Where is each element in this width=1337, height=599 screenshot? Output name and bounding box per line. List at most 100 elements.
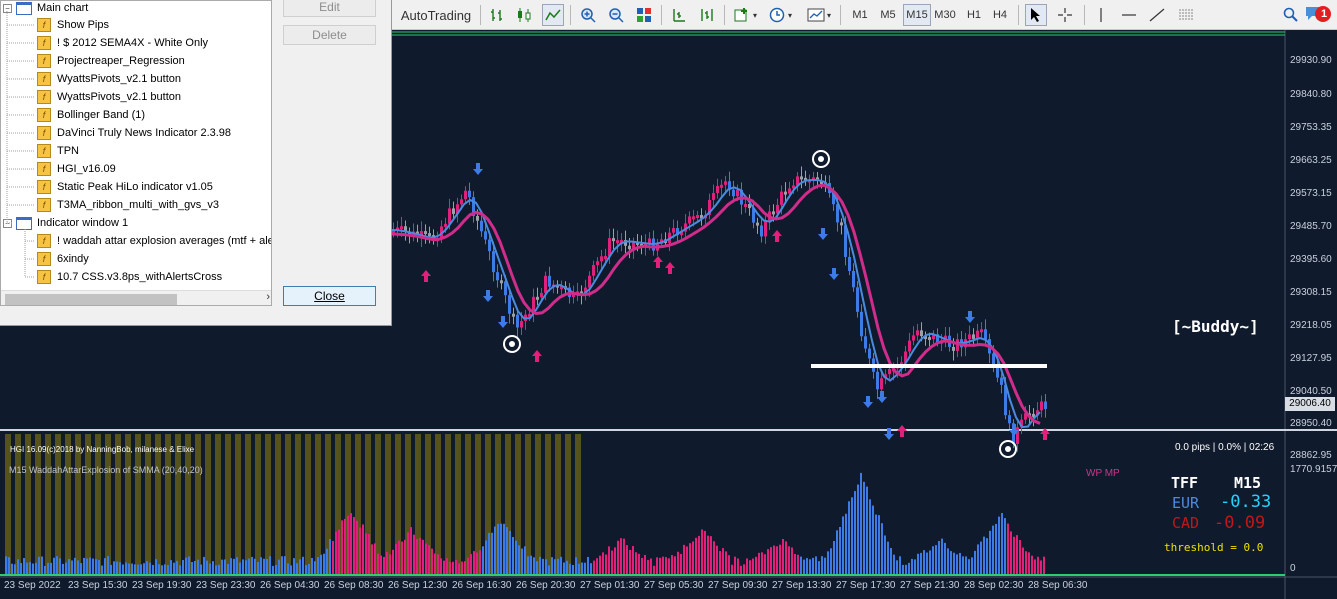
tree-item[interactable]: f Bollinger Band (1) <box>37 106 145 124</box>
waddah-histogram-bar <box>314 561 316 574</box>
buy-arrow-icon <box>665 262 675 274</box>
candle-body <box>760 225 763 237</box>
zoom-out-icon[interactable] <box>605 4 627 26</box>
tree-item[interactable]: f WyattsPivots_v2.1 button <box>37 88 181 106</box>
indicators-dropdown-icon[interactable]: ▾ <box>751 4 759 26</box>
tree-item[interactable]: f 10.7 CSS.v3.8ps_withAlertsCross <box>37 268 222 286</box>
toolbar-separator <box>724 5 725 25</box>
chart-shift-icon[interactable] <box>668 4 690 26</box>
zoom-in-icon[interactable] <box>577 4 599 26</box>
waddah-histogram-bar <box>362 524 364 574</box>
waddah-histogram-bar <box>50 562 52 574</box>
timeframe-m30[interactable]: M30 <box>930 4 960 26</box>
tree-item[interactable]: f Projectreaper_Regression <box>37 52 185 70</box>
indicators-tree[interactable]: − Main chart f Show Pips f ! $ 2012 SEMA4X… <box>0 0 272 306</box>
waddah-histogram-bar <box>428 545 430 574</box>
tree-item[interactable]: f DaVinci Truly News Indicator 2.3.98 <box>37 124 231 142</box>
waddah-histogram-bar <box>878 515 880 574</box>
waddah-histogram-bar <box>395 543 397 574</box>
waddah-histogram-bar <box>422 539 424 574</box>
price-tick: 29753.35 <box>1290 122 1332 133</box>
waddah-histogram-bar <box>197 559 199 574</box>
collapse-icon[interactable]: − <box>3 3 12 13</box>
timeframe-m1[interactable]: M1 <box>846 4 874 26</box>
templates-icon[interactable] <box>805 4 827 26</box>
trendline-icon[interactable] <box>1146 4 1168 26</box>
candlestick-icon[interactable] <box>513 4 535 26</box>
cursor-icon[interactable] <box>1025 4 1047 26</box>
sell-arrow-icon <box>498 316 508 328</box>
horizontal-line-icon[interactable] <box>1118 4 1140 26</box>
waddah-histogram-bar <box>455 559 457 574</box>
delete-button[interactable]: Delete <box>283 25 376 45</box>
waddah-histogram-bar <box>722 548 724 574</box>
scroll-right-icon[interactable]: › <box>266 291 270 303</box>
tree-item[interactable]: f T3MA_ribbon_multi_with_gvs_v3 <box>37 196 219 214</box>
waddah-histogram-bar <box>773 545 775 574</box>
buy-arrow-icon <box>421 270 431 282</box>
tile-windows-icon[interactable] <box>633 4 655 26</box>
crosshair-icon[interactable] <box>1054 4 1076 26</box>
tree-item[interactable]: f ! $ 2012 SEMA4X - White Only <box>37 34 208 52</box>
candle-body <box>780 191 783 205</box>
templates-dropdown-icon[interactable]: ▾ <box>825 4 833 26</box>
line-chart-icon[interactable] <box>542 4 564 26</box>
close-button[interactable]: Close <box>283 286 376 306</box>
waddah-histogram-bar <box>527 556 529 574</box>
tree-node-main-chart[interactable]: − Main chart <box>3 1 88 17</box>
waddah-deadzone-bar <box>75 434 81 574</box>
tree-item[interactable]: f WyattsPivots_v2.1 button <box>37 70 181 88</box>
vertical-line-icon[interactable] <box>1090 4 1112 26</box>
fibonacci-icon[interactable] <box>1175 4 1197 26</box>
waddah-histogram-bar <box>419 537 421 574</box>
waddah-histogram-bar <box>356 520 358 574</box>
collapse-icon[interactable]: − <box>3 218 12 228</box>
tree-item[interactable]: f Static Peak HiLo indicator v1.05 <box>37 178 213 196</box>
waddah-histogram-bar <box>944 542 946 574</box>
waddah-histogram-bar <box>392 549 394 574</box>
waddah-histogram-bar <box>89 557 91 574</box>
tree-horizontal-scrollbar[interactable]: › <box>1 290 271 305</box>
tree-item[interactable]: f Show Pips <box>37 16 109 34</box>
indicators-icon[interactable] <box>731 4 753 26</box>
autotrading-button[interactable]: AutoTrading <box>400 4 472 26</box>
bar-chart-icon[interactable] <box>487 4 509 26</box>
waddah-histogram-bar <box>335 531 337 574</box>
edit-button[interactable]: Edit <box>283 0 376 17</box>
tree-item[interactable]: f ! waddah attar explosion averages (mtf … <box>37 232 272 250</box>
waddah-histogram-bar <box>368 534 370 574</box>
notifications-button[interactable]: 1 <box>1303 4 1333 26</box>
tree-item[interactable]: f TPN <box>37 142 79 160</box>
waddah-histogram-bar <box>827 551 829 574</box>
scrollbar-thumb[interactable] <box>5 294 177 305</box>
time-tick: 26 Sep 04:30 <box>260 580 320 591</box>
tree-item[interactable]: f HGI_v16.09 <box>37 160 116 178</box>
candle-body <box>692 216 695 220</box>
waddah-histogram-bar <box>611 550 613 574</box>
timeframe-m15[interactable]: M15 <box>903 4 931 26</box>
waddah-histogram-bar <box>518 545 520 574</box>
waddah-deadzone-bar <box>5 434 11 574</box>
indicator-icon: f <box>37 144 51 158</box>
search-icon[interactable] <box>1280 4 1302 26</box>
tree-node-indicator-window[interactable]: − Indicator window 1 <box>3 214 128 232</box>
waddah-histogram-bar <box>965 556 967 574</box>
subwindow-axis-max: 1770.9157 <box>1290 464 1337 475</box>
periods-dropdown-icon[interactable]: ▾ <box>786 4 794 26</box>
candle-body <box>488 239 491 252</box>
timeframe-h4[interactable]: H4 <box>986 4 1014 26</box>
waddah-histogram-bar <box>980 541 982 574</box>
timeframe-h1[interactable]: H1 <box>960 4 988 26</box>
waddah-histogram-bar <box>758 552 760 574</box>
cad-value: -0.09 <box>1214 513 1266 533</box>
time-tick: 27 Sep 21:30 <box>900 580 960 591</box>
waddah-deadzone-bar <box>115 434 121 574</box>
periods-clock-icon[interactable] <box>766 4 788 26</box>
waddah-histogram-bar <box>350 513 352 574</box>
tree-item[interactable]: f 6xindy <box>37 250 89 268</box>
timeframe-m5[interactable]: M5 <box>874 4 902 26</box>
waddah-histogram-bar <box>809 559 811 574</box>
autoscroll-icon[interactable] <box>696 4 718 26</box>
waddah-histogram-bar <box>329 538 331 574</box>
tree-item-label: ! waddah attar explosion averages (mtf +… <box>57 235 272 247</box>
